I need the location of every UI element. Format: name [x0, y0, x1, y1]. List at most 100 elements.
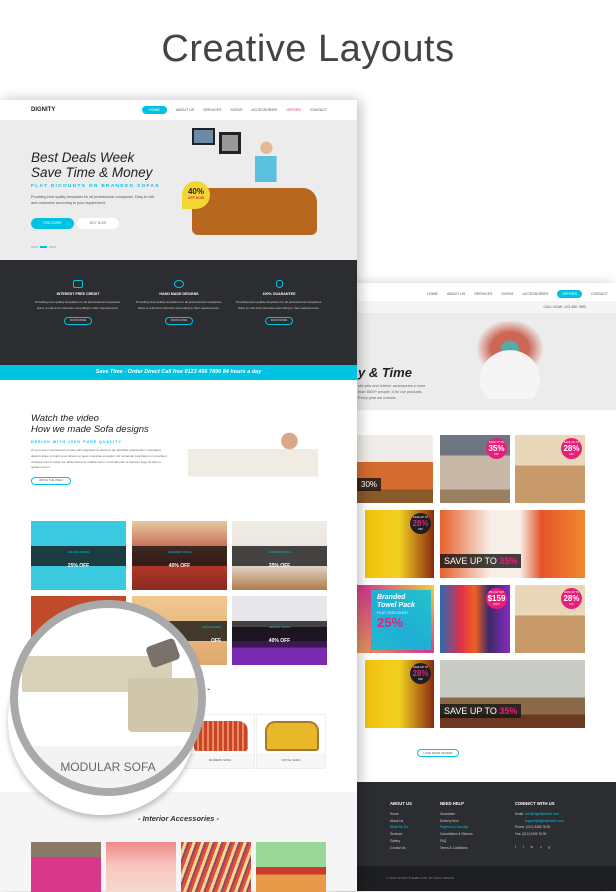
sofa-card[interactable]: ROYAL SOFA: [256, 714, 326, 769]
footer-link[interactable]: FAQ: [440, 838, 473, 845]
accessory-image[interactable]: [31, 842, 101, 892]
offer-tile[interactable]: Branded Towel Pack FLAT DISCOUNT 25%: [357, 585, 434, 653]
man-on-sofa-image: [188, 430, 318, 485]
footer: ABOUT US Home About Us What We Do Servic…: [340, 782, 616, 866]
watch-video-button[interactable]: WATCH THE VIDEO: [31, 477, 71, 485]
discover-button[interactable]: DISCOVER: [31, 218, 74, 229]
linkedin-icon[interactable]: in: [531, 845, 533, 849]
left-nav: DIGNITY HOME ABOUT US SERVICES SOFAS ACC…: [0, 100, 357, 120]
know-more-button[interactable]: KNOW MORE: [165, 317, 193, 325]
offer-tile[interactable]: PILLOW SET $159 ONLY: [440, 585, 510, 653]
nav-services[interactable]: SERVICES: [203, 108, 221, 112]
video-subtitle: DESIGN WITH 100% PURE QUALITY: [31, 440, 122, 444]
accessories-heading: - Interior Accessories -: [137, 814, 219, 823]
phone: Phone: (012) 3456 78 90: [515, 825, 551, 830]
nav-sofas[interactable]: SOFAS: [501, 292, 513, 296]
footer-link[interactable]: Payment & Security: [440, 824, 473, 831]
feature-card: 100% GUARANTEE Providing best quality tem…: [234, 280, 324, 325]
footer-link[interactable]: Home: [390, 811, 408, 818]
footer-link[interactable]: What We Do: [390, 824, 408, 831]
picture-frame-image: [219, 132, 241, 154]
footer-link[interactable]: Services: [390, 831, 408, 838]
video-text: At vero eos et accusamus et iusto odio d…: [31, 448, 168, 470]
hero: Best Deals Week Save Time & Money FLAT DI…: [0, 120, 357, 260]
buy-now-button[interactable]: BUY NOW: [77, 218, 119, 229]
video-title-1: Watch the video: [31, 413, 99, 424]
footer-contact: Email : info@dignitytheme.com support@di…: [515, 811, 564, 851]
offer-tile[interactable]: SAVE UP TO 28% OFF: [365, 660, 434, 728]
towel-promo: Branded Towel Pack FLAT DISCOUNT 25%: [371, 590, 431, 650]
email-link[interactable]: info@dignitytheme.com: [526, 812, 559, 816]
footer-link[interactable]: Guarantee: [440, 811, 473, 818]
nav-offers[interactable]: OFFERS: [557, 290, 582, 298]
right-nav: HOME ABOUT US SERVICES SOFAS ACCESSORIES…: [340, 287, 616, 301]
offer-tile[interactable]: SAVE UP TO 28% OFF: [515, 435, 585, 503]
footer-link[interactable]: Contact Us: [390, 845, 408, 852]
feature-card: INTEREST FREE CREDIT Providing best quali…: [33, 280, 123, 325]
footer-link[interactable]: Gallery: [390, 838, 408, 845]
save-label: SAVE UP TO 35%: [440, 554, 522, 568]
hero-subtitle: FLAT DICOUNTS ON BRANDED SOFAS: [31, 184, 160, 189]
offer-tile[interactable]: SAVE UP TO 28% OFF: [515, 585, 585, 653]
accessory-image[interactable]: [256, 842, 326, 892]
badge-icon: [174, 280, 184, 288]
discount-badge: SAVE UP TO 35% OFF: [486, 438, 507, 459]
footer-link[interactable]: Delivery Item: [440, 818, 473, 825]
sofa-offer-tile[interactable]: HEAVEN SOFAS 40% OFF: [232, 596, 327, 665]
accessories-section: - Interior Accessories -: [0, 792, 357, 892]
cushion-image: [145, 637, 181, 669]
footer-link[interactable]: Terms & Conditions: [440, 845, 473, 852]
discount-badge: SAVE UP TO 28% OFF: [561, 588, 582, 609]
nav-services[interactable]: SERVICES: [474, 292, 492, 296]
footer-link[interactable]: About Us: [390, 818, 408, 825]
nav-contact[interactable]: CONTACT: [310, 108, 327, 112]
google-icon[interactable]: g: [548, 845, 550, 849]
nav-offers[interactable]: OFFERS: [286, 108, 301, 112]
logo[interactable]: DIGNITY: [31, 107, 55, 113]
sofa-offer-tile[interactable]: LEONARD SOFAS 40% OFF: [132, 521, 227, 590]
offer-pct: 30%: [357, 478, 382, 491]
vimeo-icon[interactable]: v: [540, 845, 542, 849]
nav-home[interactable]: HOME: [427, 292, 438, 296]
discount-badge: PILLOW SET $159 ONLY: [486, 588, 507, 609]
accessory-image[interactable]: [106, 842, 176, 892]
nav-accessories[interactable]: ACCESSORIES: [251, 108, 277, 112]
offer-tile[interactable]: SAVE UP TO 28% OFF: [365, 510, 434, 578]
family-image: [252, 140, 288, 192]
feature-card: HAND MADE DESIGNS Providing best quality …: [134, 280, 224, 325]
features-section: INTEREST FREE CREDIT Providing best quali…: [0, 260, 357, 365]
nav-accessories[interactable]: ACCESSORIES: [522, 292, 548, 296]
sofa-offer-tile[interactable]: LONDON SOFAS 35% OFF: [232, 521, 327, 590]
discount-badge: 40% OFF NOW: [182, 181, 210, 209]
nav-about[interactable]: ABOUT US: [447, 292, 465, 296]
facebook-icon[interactable]: f: [515, 845, 516, 849]
footer-link[interactable]: Cancellation & Returns: [440, 831, 473, 838]
nav-about[interactable]: ABOUT US: [176, 108, 194, 112]
nav-sofas[interactable]: SOFAS: [230, 108, 242, 112]
accessory-image[interactable]: [181, 842, 251, 892]
page-title: Creative Layouts: [161, 28, 455, 70]
nav-home[interactable]: HOME: [142, 106, 167, 114]
sofa-offer-tile[interactable]: DELSON SOFAS 25% OFF: [31, 521, 126, 590]
know-more-button[interactable]: KNOW MORE: [265, 317, 293, 325]
nav-contact[interactable]: CONTACT: [591, 292, 608, 296]
offer-tile[interactable]: SAVE UP TO 35%: [440, 660, 585, 728]
friends-on-sofa-image: [450, 321, 570, 399]
twitter-icon[interactable]: t: [523, 845, 524, 849]
video-title-2: How we made Sofa designs: [31, 424, 149, 435]
footer-connect-title: CONNECT WITH US: [515, 801, 555, 806]
slider-dots[interactable]: [31, 246, 56, 248]
offer-tile[interactable]: 30%: [357, 435, 433, 503]
email-link[interactable]: support@dignitytheme.com: [515, 818, 564, 825]
offer-tile[interactable]: SAVE UP TO 35%: [440, 510, 585, 578]
know-more-button[interactable]: KNOW MORE: [64, 317, 92, 325]
load-more-button[interactable]: LOAD MORE OFFERS: [417, 749, 459, 757]
hero-text: ofa sets and Interior accessories s more…: [358, 384, 426, 400]
offer-tile[interactable]: SAVE UP TO 35% OFF: [440, 435, 510, 503]
discount-badge: SAVE UP TO 28% OFF: [410, 513, 431, 534]
footer-help-title: NEED HELP: [440, 801, 464, 806]
discount-badge: SAVE UP TO 28% OFF: [561, 438, 582, 459]
hero-title-1: Best Deals Week: [31, 150, 135, 165]
footer-help-links: Guarantee Delivery Item Payment & Securi…: [440, 811, 473, 851]
fax: Fax: (012) 3456 78 90: [515, 832, 547, 837]
